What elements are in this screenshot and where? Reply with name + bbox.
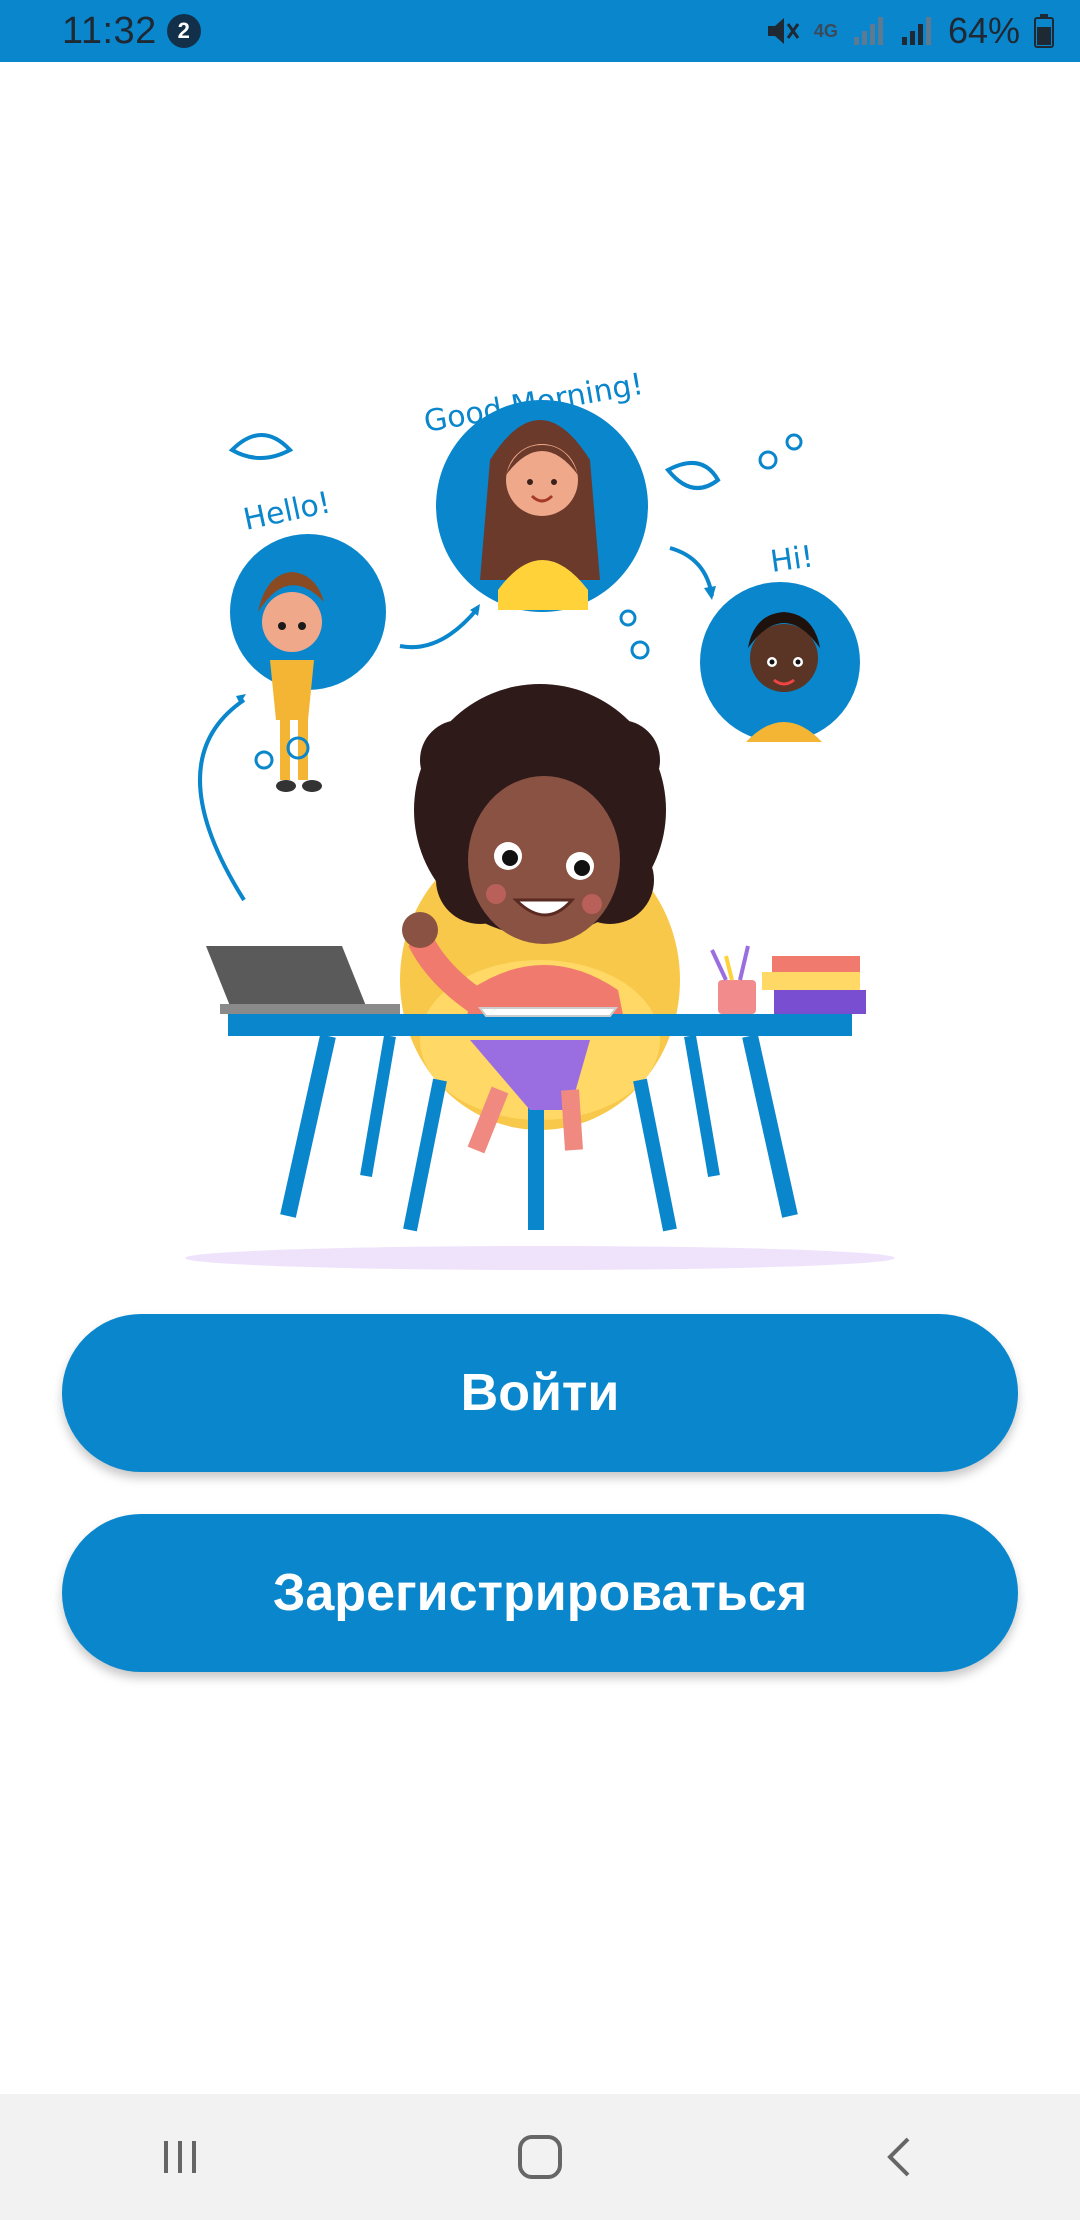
- greeting-hello: Hello!: [240, 485, 333, 538]
- navigation-bar: [0, 2094, 1080, 2220]
- signal-icon: [852, 15, 886, 47]
- home-button[interactable]: [480, 2107, 600, 2207]
- login-button[interactable]: Войти: [62, 1314, 1018, 1472]
- status-icons: 4G 64%: [764, 10, 1054, 52]
- back-icon: [887, 2137, 910, 2177]
- desk: [228, 1014, 852, 1036]
- mute-icon: [764, 14, 800, 48]
- video-call-boy-2: [700, 582, 860, 742]
- signal-icon-2: [900, 15, 934, 47]
- home-icon: [518, 2135, 562, 2179]
- battery-percent: 64%: [947, 10, 1020, 51]
- status-bar: 11:32 2 4G 64%: [0, 0, 1080, 62]
- status-time: 11:32: [62, 9, 157, 52]
- greeting-hi: Hi!: [768, 539, 815, 580]
- welcome-illustration: Hello! Good Morning! Hi!: [185, 367, 895, 1270]
- notification-badge: 2: [166, 14, 201, 48]
- back-button[interactable]: [840, 2107, 960, 2207]
- network-type-icon: 4G: [813, 20, 838, 41]
- battery-icon: [1034, 14, 1054, 48]
- recents-button[interactable]: [120, 2107, 240, 2207]
- register-button[interactable]: Зарегистрироваться: [62, 1514, 1018, 1672]
- recents-icon: [164, 2141, 196, 2173]
- laptop: [206, 946, 400, 1014]
